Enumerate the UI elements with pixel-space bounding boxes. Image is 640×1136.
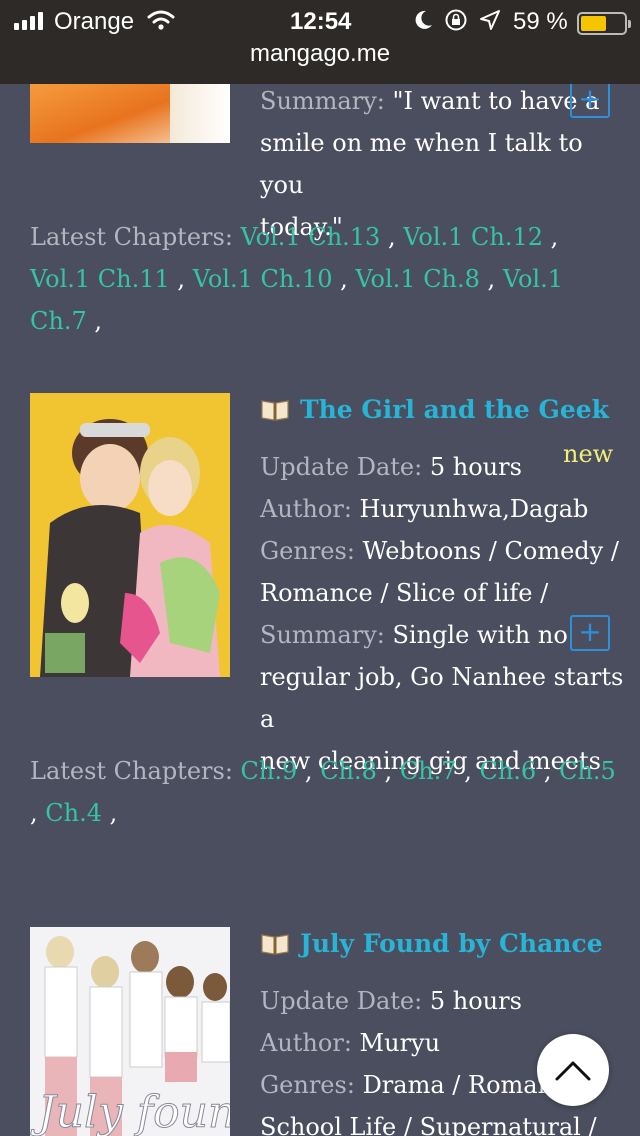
chapter-link[interactable]: Vol.1 Ch.13 — [241, 223, 381, 251]
summary-label: Summary: — [260, 87, 385, 115]
clock: 12:54 — [290, 8, 352, 35]
expand-summary-button[interactable]: + — [570, 82, 610, 118]
scroll-to-top-button[interactable] — [537, 1034, 609, 1106]
separator: , — [177, 265, 186, 293]
separator: , — [384, 757, 393, 785]
address-bar-url[interactable]: mangago.me — [0, 40, 640, 68]
separator: , — [340, 265, 348, 293]
genres-value[interactable]: Drama / Romanc — [363, 1071, 567, 1099]
update-value: 5 hours — [429, 987, 522, 1015]
separator: , — [387, 223, 396, 251]
chapter-link[interactable]: Ch.7 — [400, 757, 457, 785]
manga-list: Summary: "I want to have a smile on me w… — [0, 0, 640, 1136]
chapter-link[interactable]: Ch.9 — [241, 757, 298, 785]
author-value[interactable]: Huryunhwa,Dagab — [360, 495, 589, 523]
chapter-link[interactable]: Vol.1 Ch.11 — [30, 265, 170, 293]
latest-chapters-label: Latest Chapters: — [30, 757, 233, 785]
status-bar: Orange 12:54 59 % mangago.me — [0, 0, 640, 84]
title-text[interactable]: The Girl and the Geek — [300, 395, 609, 424]
separator: , — [304, 757, 313, 785]
genres-value[interactable]: School Life / Supernatural / — [260, 1106, 640, 1136]
separator: , — [109, 799, 118, 827]
details-block-2: Update Date: 5 hours Author: Huryunhwa,D… — [260, 446, 630, 782]
cover-illustration — [30, 393, 230, 677]
summary-text: regular job, Go Nanhee starts a — [260, 663, 624, 733]
expand-summary-button[interactable]: + — [570, 615, 610, 651]
moon-icon — [415, 10, 432, 29]
genres-label: Genres: — [260, 1071, 355, 1099]
book-icon — [261, 399, 289, 421]
separator: , — [94, 307, 102, 335]
summary-text: "I want to have a — [392, 87, 600, 115]
carrier-name: Orange — [54, 8, 135, 35]
author-label: Author: — [260, 1029, 352, 1057]
chapter-link[interactable]: Vol.1 Ch.8 — [355, 265, 480, 293]
manga-cover-3[interactable]: July found by — [30, 927, 230, 1136]
battery-icon — [577, 12, 631, 35]
chapter-link[interactable]: Vol.1 Ch.12 — [403, 223, 543, 251]
update-value: 5 hours — [429, 453, 522, 481]
separator: , — [464, 757, 472, 785]
rotation-lock-icon — [445, 9, 467, 31]
chapter-link[interactable]: Vol.1 Ch.10 — [193, 265, 333, 293]
chapter-link[interactable]: Ch.5 — [559, 757, 616, 785]
cover-illustration: July found by — [30, 927, 230, 1136]
author-label: Author: — [260, 495, 352, 523]
genres-value[interactable]: Romance / Slice of life / — [260, 572, 630, 614]
latest-chapters-2: Latest Chapters: Ch.9 , Ch.8 , Ch.7 , Ch… — [30, 750, 620, 834]
chapter-link[interactable]: Ch.6 — [479, 757, 536, 785]
wifi-icon — [147, 10, 175, 30]
location-arrow-icon — [480, 10, 500, 30]
latest-chapters-1: Latest Chapters: Vol.1 Ch.13 , Vol.1 Ch.… — [30, 216, 620, 342]
signal-strength-icon — [14, 12, 43, 30]
update-label: Update Date: — [260, 987, 423, 1015]
chevron-up-icon — [555, 1061, 591, 1081]
update-label: Update Date: — [260, 453, 423, 481]
genres-value[interactable]: Webtoons / Comedy / — [363, 537, 619, 565]
separator: , — [550, 223, 559, 251]
cover-title-text: July found by — [30, 1087, 230, 1136]
battery-percent: 59 % — [513, 8, 568, 35]
manga-title-3[interactable]: July Found by Chance — [260, 929, 603, 958]
separator: , — [30, 799, 38, 827]
separator: , — [543, 757, 552, 785]
chapter-link[interactable]: Ch.8 — [320, 757, 377, 785]
summary-text: Single with no — [392, 621, 568, 649]
author-value[interactable]: Muryu — [360, 1029, 441, 1057]
separator: , — [487, 265, 496, 293]
book-icon — [261, 933, 289, 955]
genres-label: Genres: — [260, 537, 355, 565]
latest-chapters-label: Latest Chapters: — [30, 223, 233, 251]
summary-text: smile on me when I talk to you — [260, 129, 583, 199]
manga-title-2[interactable]: The Girl and the Geek — [260, 395, 609, 424]
title-text[interactable]: July Found by Chance — [300, 929, 603, 958]
summary-label: Summary: — [260, 621, 385, 649]
battery-level — [581, 16, 606, 31]
chapter-link[interactable]: Ch.4 — [45, 799, 102, 827]
manga-cover-2[interactable] — [30, 393, 230, 677]
